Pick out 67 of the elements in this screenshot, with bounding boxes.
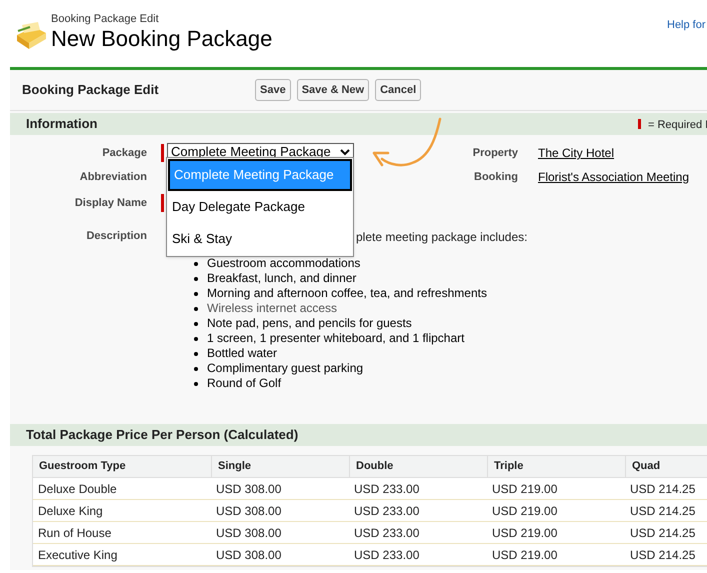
bullet-icon — [194, 306, 198, 310]
bullet-icon — [194, 382, 198, 386]
field-label: Display Name — [74, 196, 147, 211]
description-text: plete meeting package includes: — [356, 229, 528, 246]
bullet-icon — [194, 322, 198, 326]
field-label: Abbreviation — [80, 170, 147, 185]
table-cell-text: Executive King — [37, 546, 118, 564]
table-cell-text: USD 214.25 — [629, 480, 696, 498]
description-item: Round of Golf — [207, 376, 282, 391]
description-item: Complimentary guest parking — [207, 361, 364, 376]
table-cell-text: USD 233.00 — [353, 546, 420, 564]
field-label: Package — [102, 146, 147, 161]
field-label: Booking — [474, 170, 518, 185]
description-item: Bottled water — [207, 346, 278, 361]
action-button[interactable]: Save & New — [296, 79, 370, 101]
table-cell-text: Deluxe King — [37, 502, 104, 520]
table-cell-text: USD 308.00 — [215, 480, 282, 498]
table-cell-text: USD 214.25 — [629, 502, 696, 520]
table-cell-text: USD 219.00 — [491, 524, 558, 542]
bullet-icon — [194, 262, 198, 266]
required-marker — [638, 119, 641, 129]
record-link[interactable]: Florist's Association Meeting — [538, 168, 690, 186]
table-cell-text: USD 219.00 — [491, 502, 558, 520]
table-cell-text: USD 233.00 — [353, 480, 420, 498]
action-button[interactable]: Cancel — [375, 79, 422, 101]
table-cell-text: USD 219.00 — [491, 480, 558, 498]
description-item: Wireless internet access — [207, 301, 338, 316]
dropdown-option[interactable]: Day Delegate Package — [168, 191, 352, 223]
field-label: Description — [86, 229, 147, 244]
description-item: 1 screen, 1 presenter whiteboard, and 1 flipchart — [207, 331, 464, 346]
description-item: Morning and afternoon coffee, tea, and refreshments — [207, 286, 487, 301]
help-link[interactable]: Help for — [667, 17, 706, 34]
description-item: Guestroom accommodations — [207, 256, 360, 271]
description-item: Note pad, pens, and pencils for guests — [207, 316, 412, 331]
table-cell-text: USD 308.00 — [215, 502, 282, 520]
chevron-icon — [340, 148, 350, 156]
book-icon — [14, 21, 48, 51]
description-item: Breakfast, lunch, and dinner — [207, 271, 356, 286]
dropdown-option[interactable]: Ski & Stay — [168, 223, 352, 255]
field-label: Property — [472, 146, 518, 161]
bullet-icon — [194, 276, 198, 280]
bullet-icon — [194, 292, 198, 296]
table-cell-text: Deluxe Double — [37, 480, 118, 498]
required-legend: = Required I — [648, 117, 707, 134]
section-title: Booking Package Edit — [22, 81, 160, 100]
table-cell-text: USD 308.00 — [215, 546, 282, 564]
table-cell-text: Run of House — [37, 524, 112, 542]
bullet-icon — [194, 352, 198, 356]
table-cell-text: USD 219.00 — [491, 546, 558, 564]
column-header: Triple — [487, 456, 625, 477]
page-subtitle: Booking Package Edit — [51, 13, 160, 26]
action-button[interactable]: Save — [255, 79, 291, 101]
table-cell-text: USD 233.00 — [353, 502, 420, 520]
table-cell-text: USD 308.00 — [215, 524, 282, 542]
bullet-icon — [194, 366, 198, 370]
section-header: Information — [26, 115, 98, 134]
table-cell-text: USD 214.25 — [629, 524, 696, 542]
record-link[interactable]: The City Hotel — [538, 144, 614, 162]
column-header: Double — [349, 456, 487, 477]
column-header: Guestroom Type — [38, 459, 127, 474]
column-header: Single — [211, 456, 349, 477]
section-header: Total Package Price Per Person (Calculated) — [26, 426, 298, 444]
table-cell-text: USD 214.25 — [629, 546, 696, 564]
bullet-icon — [194, 336, 198, 340]
column-header: Quad — [625, 456, 707, 477]
table-cell-text: USD 233.00 — [353, 524, 420, 542]
page-title: New Booking Package — [51, 26, 272, 51]
